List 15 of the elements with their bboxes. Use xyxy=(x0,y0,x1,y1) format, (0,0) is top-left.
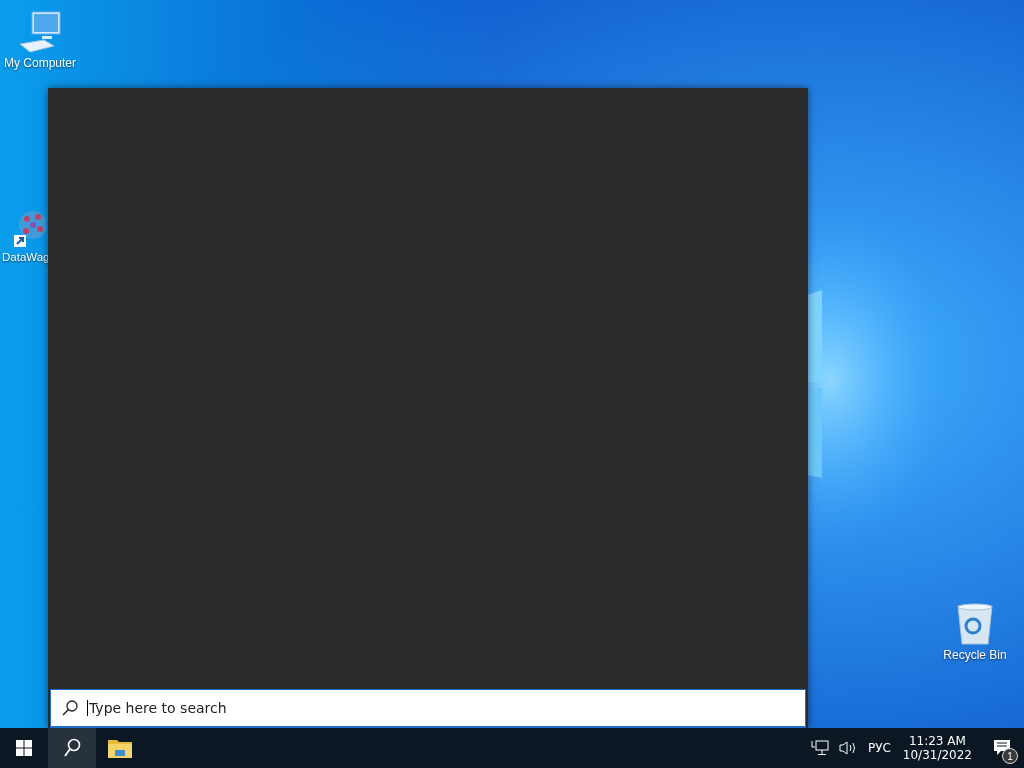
notification-button[interactable]: 1 xyxy=(980,728,1024,768)
language-indicator[interactable]: РУС xyxy=(867,741,891,755)
desktop-icon-label[interactable]: Recycle Bin xyxy=(943,648,1007,662)
network-icon[interactable] xyxy=(810,740,829,756)
search-box[interactable]: Type here to search xyxy=(50,689,806,728)
folder-icon xyxy=(108,738,132,758)
windows-icon xyxy=(16,740,32,756)
speaker-icon[interactable] xyxy=(838,740,857,756)
search-icon xyxy=(61,699,79,717)
search-icon xyxy=(63,738,81,758)
search-field[interactable]: Type here to search xyxy=(87,700,805,716)
search-button[interactable] xyxy=(48,728,96,768)
notification-count: 1 xyxy=(1002,748,1018,764)
recycle-bin-icon xyxy=(955,602,995,646)
clock[interactable]: 11:23 AM 10/31/2022 xyxy=(902,734,972,762)
